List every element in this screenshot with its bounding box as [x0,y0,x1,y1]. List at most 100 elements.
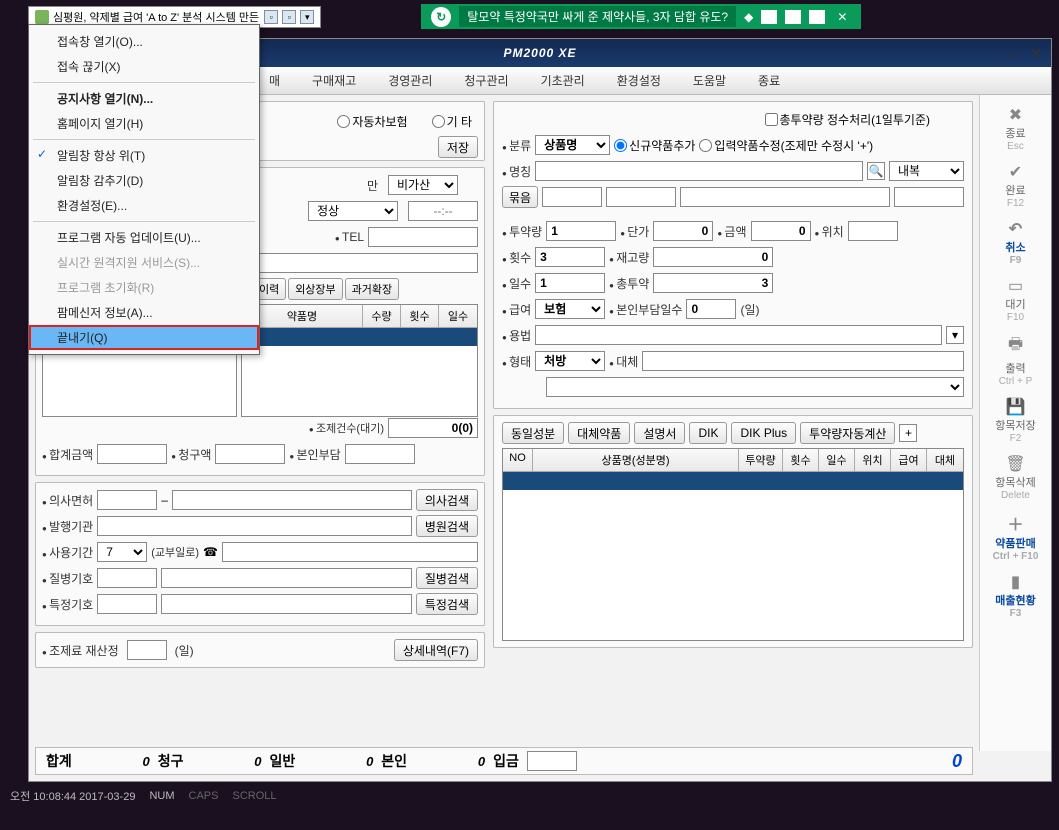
menu-5[interactable]: 환경설정 [617,72,661,89]
extra-select[interactable] [546,377,964,397]
sidebar-항목삭제[interactable]: 🗑항목삭제Delete [986,450,1046,505]
total-input[interactable] [653,273,773,293]
tb2-icon3[interactable] [809,10,825,24]
mix-input1[interactable] [542,187,602,207]
doc-search-button[interactable]: 의사검색 [416,489,478,511]
add-icon[interactable]: + [899,424,917,442]
select-bigasan[interactable]: 비가산 [388,175,458,195]
menu-item[interactable]: 팜메신저 정보(A)... [29,300,259,325]
save-button[interactable]: 저장 [438,136,478,158]
sidebar-매출현황[interactable]: ▮매출현황F3 [986,568,1046,623]
claim-input[interactable] [215,444,285,464]
radio-etc[interactable]: 기 타 [432,113,472,130]
btn-대체약품[interactable]: 대체약품 [568,422,630,444]
times-input[interactable] [535,247,605,267]
benefit-select[interactable]: 보험 [535,299,605,319]
class-select[interactable]: 상품명 [535,135,610,155]
notify2-close[interactable]: ✕ [833,10,851,24]
btn-DIK Plus[interactable]: DIK Plus [731,422,796,444]
btn-설명서[interactable]: 설명서 [634,422,685,444]
deposit-input[interactable] [527,751,577,771]
name-input[interactable] [535,161,863,181]
updown-icon[interactable]: ◆ [744,10,753,24]
mix-button[interactable]: 묶음 [502,186,538,208]
search-icon[interactable]: 🔍 [867,162,885,180]
special-search-button[interactable]: 특정검색 [416,593,478,615]
period-input[interactable] [222,542,478,562]
menu-item[interactable]: 환경설정(E)... [29,193,259,218]
doclic-input2[interactable] [172,490,412,510]
notify1-btn1[interactable]: ▫ [264,10,278,24]
menu-item[interactable]: 프로그램 자동 업데이트(U)... [29,225,259,250]
dose-input[interactable] [546,221,616,241]
notify1-btn2[interactable]: ▫ [282,10,296,24]
self-input[interactable] [345,444,415,464]
special-input1[interactable] [97,594,157,614]
menu-item[interactable]: 프로그램 초기화(R) [29,275,259,300]
loc-input[interactable] [848,221,898,241]
sidebar-항목저장[interactable]: 💾항목저장F2 [986,393,1046,448]
subst-input[interactable] [642,351,964,371]
doclic-input1[interactable] [97,490,157,510]
menu-4[interactable]: 기초관리 [541,72,585,89]
menu-2[interactable]: 경영관리 [388,72,432,89]
menu-item[interactable]: 알림창 항상 위(T) [29,143,259,168]
btn-DIK[interactable]: DIK [689,422,727,444]
issuer-input[interactable] [97,516,412,536]
radio-newdrug[interactable]: 신규약품추가 [614,137,695,154]
time-input[interactable] [408,201,478,221]
chk-intround[interactable]: 총투약량 정수처리(1일투기준) [765,111,930,128]
menu-item[interactable]: 실시간 원격지원 서비스(S)... [29,250,259,275]
days-input[interactable] [535,273,605,293]
btn-과거확장[interactable]: 과거확장 [345,278,399,300]
notify1-btn3[interactable]: ▾ [300,10,314,24]
refresh-icon[interactable]: ↻ [431,7,451,27]
mix-input2[interactable] [606,187,676,207]
menu-6[interactable]: 도움말 [693,72,726,89]
detail-button[interactable]: 상세내역(F7) [394,639,478,661]
tel-input[interactable] [368,227,478,247]
tb2-icon1[interactable] [761,10,777,24]
btn-외상장부[interactable]: 외상장부 [288,278,342,300]
menu-0[interactable]: 매 [269,72,280,89]
menu-item[interactable]: 접속창 열기(O)... [29,29,259,54]
sidebar-종료[interactable]: ✖종료Esc [986,101,1046,156]
mix-input3[interactable] [680,187,890,207]
menu-7[interactable]: 종료 [758,72,780,89]
btn-동일성분[interactable]: 동일성분 [502,422,564,444]
disease-input1[interactable] [97,568,157,588]
recalc-input[interactable] [127,640,167,660]
mix-input4[interactable] [894,187,964,207]
sidebar-출력[interactable]: 🖶출력Ctrl + P [986,329,1046,391]
form-select[interactable]: 처방 [535,351,605,371]
radio-editdrug[interactable]: 입력약품수정(조제만 수정시 '+') [699,137,873,154]
minimize-button[interactable]: — [1003,46,1021,60]
disease-input2[interactable] [161,568,412,588]
sidebar-대기[interactable]: ▭대기F10 [986,272,1046,327]
usage-dropdown-icon[interactable]: ▾ [946,326,964,344]
menu-item[interactable]: 끝내기(Q) [29,325,259,350]
menu-item[interactable]: 공지사항 열기(N)... [29,86,259,111]
menu-item[interactable]: 접속 끊기(X) [29,54,259,79]
radio-autoins[interactable]: 자동차보험 [337,113,407,130]
tb2-icon2[interactable] [785,10,801,24]
menu-1[interactable]: 구매재고 [312,72,356,89]
sidebar-취소[interactable]: ↶취소F9 [986,215,1046,270]
usage-input[interactable] [535,325,942,345]
special-input2[interactable] [161,594,412,614]
sidebar-약품판매[interactable]: ＋약품판매Ctrl + F10 [986,507,1046,566]
menu-item[interactable]: 홈페이지 열기(H) [29,111,259,136]
naebok-select[interactable]: 내복 [889,161,964,181]
sum-input[interactable] [97,444,167,464]
period-select[interactable]: 7 [97,542,147,562]
stock-input[interactable] [653,247,773,267]
disease-search-button[interactable]: 질병검색 [416,567,478,589]
close-button[interactable]: ✕ [1027,46,1045,60]
menu-item[interactable]: 알림창 감추기(D) [29,168,259,193]
select-normal[interactable]: 정상 [308,201,398,221]
menu-3[interactable]: 청구관리 [464,72,508,89]
amount-input[interactable] [751,221,811,241]
hosp-search-button[interactable]: 병원검색 [416,515,478,537]
price-input[interactable] [653,221,713,241]
btn-투약량자동계산[interactable]: 투약량자동계산 [800,422,895,444]
